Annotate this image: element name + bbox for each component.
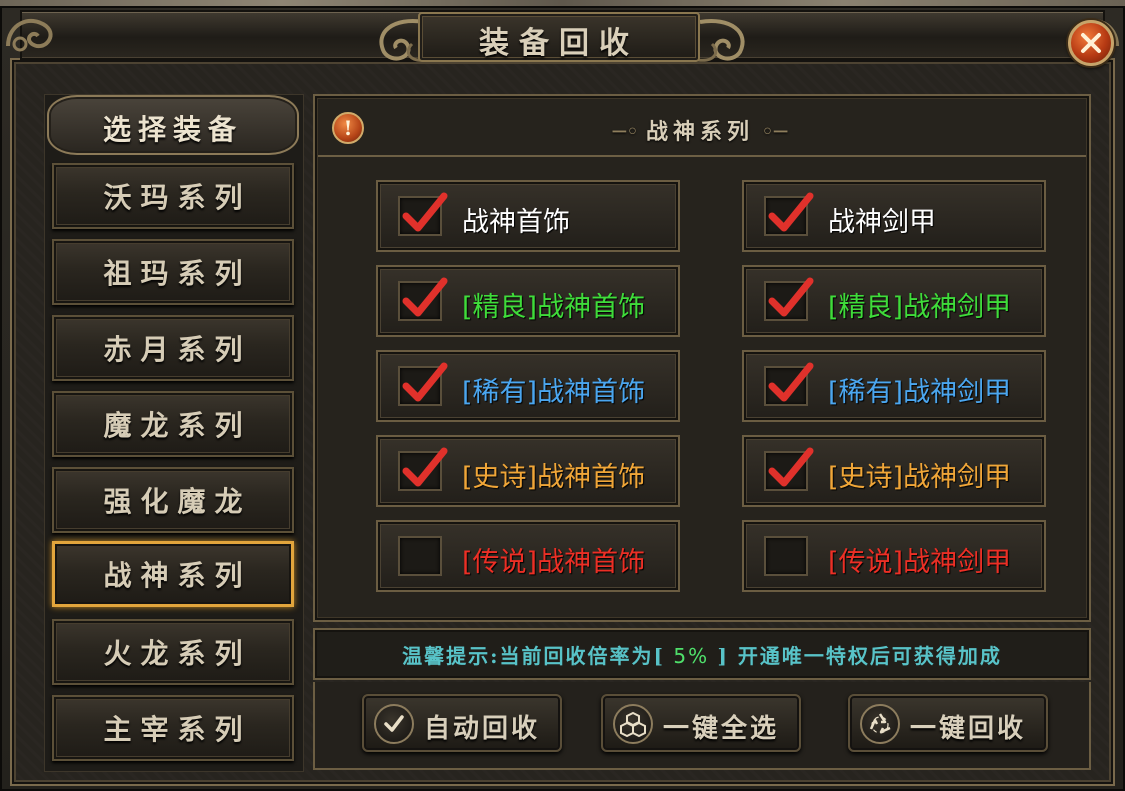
recycle-icon (869, 713, 891, 734)
cubes-icon (620, 711, 646, 738)
checkmark-icon (402, 362, 448, 402)
recycle-item[interactable]: [精良]战神剑甲 (742, 265, 1046, 337)
recycle-item[interactable]: [传说]战神首饰 (376, 520, 680, 592)
checkmark-icon (768, 362, 814, 402)
sidebar-item-label: 火龙系列 (103, 637, 252, 670)
checkmark-icon (768, 192, 814, 232)
sidebar-item-label: 主宰系列 (103, 713, 252, 746)
select-all-label: 一键全选 (663, 714, 780, 744)
item-checkbox[interactable] (764, 277, 814, 321)
info-icon[interactable]: ! (332, 112, 364, 144)
item-label: [史诗]战神剑甲 (828, 462, 1012, 493)
item-checkbox[interactable] (398, 192, 448, 236)
right-scroll-ornament (697, 19, 745, 62)
tip-prefix: 温馨提示:当前回收倍率为[ (402, 644, 665, 668)
recycle-tip: 温馨提示:当前回收倍率为[ 5% ] 开通唯一特权后可获得加成 (313, 640, 1091, 669)
checkmark-icon (768, 447, 814, 487)
recycle-item[interactable]: [稀有]战神首饰 (376, 350, 680, 422)
checkmark-icon (768, 277, 814, 317)
item-label: [精良]战神剑甲 (828, 292, 1012, 323)
item-label: 战神首饰 (462, 207, 570, 238)
checkmark-icon (402, 192, 448, 232)
item-checkbox[interactable] (398, 536, 442, 576)
section-title-wrap: ─◦ 战神系列 ◦─ (560, 114, 840, 146)
sidebar-item-zhanshen[interactable]: 战神系列 (52, 541, 294, 607)
sidebar-item-zuma[interactable]: 祖玛系列 (52, 239, 294, 305)
tip-suffix: ] 开通唯一特权后可获得加成 (717, 644, 1002, 668)
sidebar-item-zhuzai[interactable]: 主宰系列 (52, 695, 294, 761)
sidebar-item-label: 战神系列 (103, 559, 252, 592)
checkmark-icon (384, 715, 404, 732)
auto-recycle-button[interactable]: 自动回收 (362, 694, 562, 752)
sidebar-item-huolong[interactable]: 火龙系列 (52, 619, 294, 685)
item-checkbox[interactable] (764, 362, 814, 406)
item-checkbox[interactable] (764, 536, 808, 576)
checkmark-icon (402, 447, 448, 487)
section-divider (318, 155, 1086, 157)
select-all-button[interactable]: 一键全选 (601, 694, 801, 752)
window-title: 装备回收 (479, 26, 639, 61)
recycle-item[interactable]: 战神首饰 (376, 180, 680, 252)
sidebar-item-woma[interactable]: 沃玛系列 (52, 163, 294, 229)
recycle-item[interactable]: [传说]战神剑甲 (742, 520, 1046, 592)
item-label: [稀有]战神首饰 (462, 377, 646, 408)
item-label: [精良]战神首饰 (462, 292, 646, 323)
tip-rate: 5% (664, 644, 718, 668)
item-checkbox[interactable] (398, 447, 448, 491)
select-all-ring (613, 704, 653, 744)
item-label: [史诗]战神首饰 (462, 462, 646, 493)
recycle-item[interactable]: [精良]战神首饰 (376, 265, 680, 337)
title-deco-right: ◦─ (754, 120, 788, 145)
item-checkbox[interactable] (398, 362, 448, 406)
recycle-ring (860, 704, 900, 744)
sidebar-item-qianghua-molong[interactable]: 强化魔龙 (52, 467, 294, 533)
sidebar-item-molong[interactable]: 魔龙系列 (52, 391, 294, 457)
title-deco-left: ─◦ (612, 120, 646, 145)
sidebar-header: 选择装备 (102, 113, 243, 146)
sidebar-item-label: 赤月系列 (103, 333, 252, 366)
auto-recycle-label: 自动回收 (424, 714, 541, 744)
recycle-item[interactable]: [稀有]战神剑甲 (742, 350, 1046, 422)
item-checkbox[interactable] (398, 277, 448, 321)
section-title: 战神系列 (645, 119, 754, 145)
one-click-recycle-button[interactable]: 一键回收 (848, 694, 1048, 752)
sidebar-item-label: 祖玛系列 (103, 257, 252, 290)
close-button[interactable] (1068, 20, 1114, 66)
recycle-item[interactable]: [史诗]战神首饰 (376, 435, 680, 507)
sidebar-item-chiyue[interactable]: 赤月系列 (52, 315, 294, 381)
close-icon (1081, 33, 1101, 53)
item-checkbox[interactable] (764, 447, 814, 491)
one-click-recycle-label: 一键回收 (910, 714, 1027, 744)
sidebar-item-label: 沃玛系列 (103, 181, 252, 214)
item-label: [稀有]战神剑甲 (828, 377, 1012, 408)
recycle-item[interactable]: 战神剑甲 (742, 180, 1046, 252)
item-label: [传说]战神剑甲 (828, 547, 1012, 578)
item-label: 战神剑甲 (828, 207, 936, 238)
sidebar-item-label: 强化魔龙 (103, 485, 252, 518)
sidebar-item-label: 魔龙系列 (103, 409, 252, 442)
checkmark-icon (402, 277, 448, 317)
auto-ring (374, 704, 414, 744)
left-corner-ornament (6, 18, 53, 52)
item-checkbox[interactable] (764, 192, 814, 236)
recycle-item[interactable]: [史诗]战神剑甲 (742, 435, 1046, 507)
item-label: [传说]战神首饰 (462, 547, 646, 578)
